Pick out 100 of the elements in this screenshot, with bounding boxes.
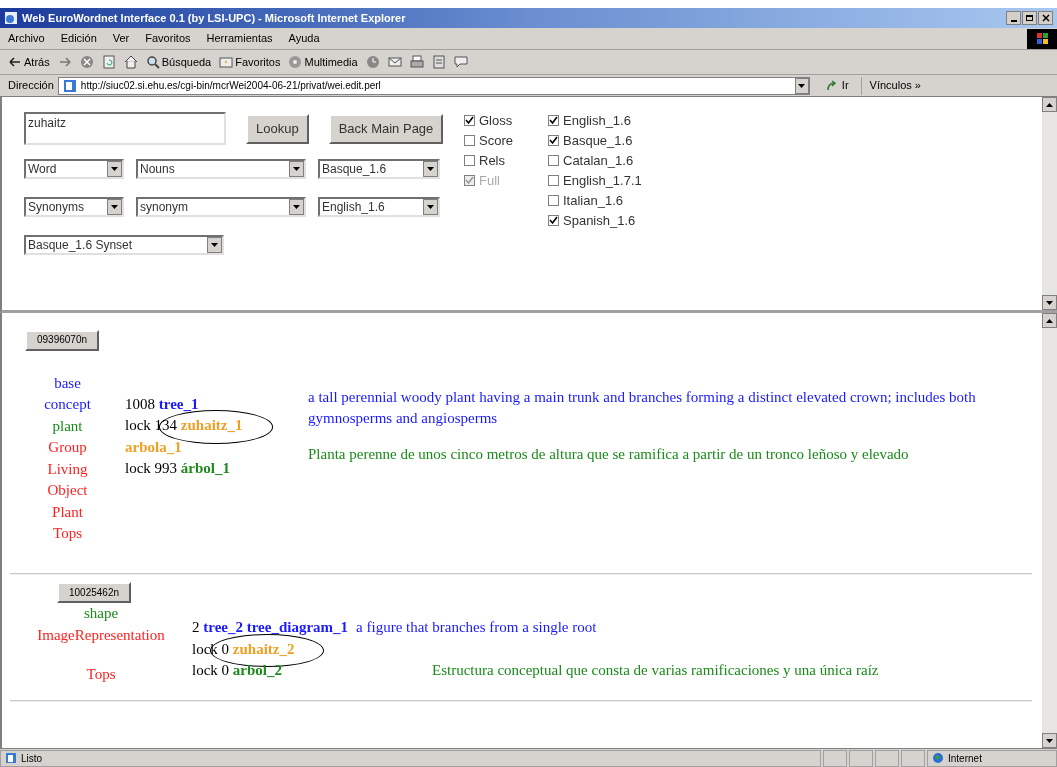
url-text: http://siuc02.si.ehu.es/cgi-bin/mcrWei2004-06-21/privat/wei.edit.perl (80, 79, 381, 93)
folder-icon (219, 55, 234, 69)
synonym-link[interactable]: tree_1 (158, 395, 199, 412)
clock-icon (365, 55, 380, 69)
checkbox[interactable] (548, 215, 559, 226)
count-text: lock 0 (192, 662, 231, 678)
toolbar-button[interactable]: Atrás (8, 53, 50, 71)
scroll-down-button[interactable] (1042, 295, 1057, 310)
checkbox-label: English_1.6 (563, 111, 631, 130)
toolbar-button[interactable] (387, 55, 402, 69)
zone-label: Internet (948, 751, 982, 766)
checkbox[interactable] (548, 115, 559, 126)
refresh-icon (101, 55, 116, 69)
gloss-text: Planta perenne de unos cinco metros de altura que se ramifica a partir de un tronco leñoso y elevado (308, 444, 910, 464)
disc-icon (288, 55, 303, 69)
count-text: lock 0 (192, 640, 231, 657)
address-field[interactable]: http://siuc02.si.ehu.es/cgi-bin/mcrWei2004-06-21/privat/wei.edit.perl (57, 76, 810, 95)
printer-icon (409, 55, 424, 69)
checkbox[interactable] (548, 175, 559, 186)
lookup-button[interactable]: Lookup (246, 113, 309, 144)
go-button[interactable]: Ir (825, 77, 849, 94)
status-pane (875, 749, 899, 767)
dropdown[interactable]: Synonyms (24, 197, 124, 217)
toolbar-button[interactable]: Búsqueda (145, 53, 212, 71)
category-label: ImageRepresentation (37, 625, 165, 645)
windows-logo-icon (1027, 28, 1057, 49)
toolbar-button[interactable] (79, 55, 94, 69)
synset-id-button[interactable]: 10025462n (57, 582, 132, 603)
toolbar-button[interactable] (123, 55, 138, 69)
count-text: 2 (192, 619, 201, 635)
scroll-down-button[interactable] (1042, 733, 1057, 748)
checkbox-label: Catalan_1.6 (563, 151, 634, 170)
synonym-link[interactable]: arbol_2 (232, 662, 282, 678)
toolbar-button[interactable] (453, 55, 468, 69)
scroll-up-button[interactable] (1042, 313, 1057, 328)
menu-item[interactable]: Ver (112, 30, 130, 47)
envelope-icon (387, 55, 402, 69)
checkbox-label: Basque_1.6 (563, 131, 633, 150)
menu-item[interactable]: Archivo (8, 30, 45, 47)
back-main-page-button[interactable]: Back Main Page (328, 113, 444, 144)
go-arrow-icon (825, 79, 838, 92)
category-label: Plant (52, 502, 83, 522)
status-text: Listo (21, 751, 43, 766)
dropdown[interactable]: Basque_1.6 Synset (24, 235, 224, 255)
dropdown[interactable]: Nouns (136, 159, 306, 179)
toolbar-button[interactable]: Favoritos (219, 53, 281, 71)
checkbox-label: Full (479, 171, 500, 190)
address-label: Dirección (8, 78, 54, 94)
dropdown[interactable]: Word (24, 159, 124, 179)
checkbox[interactable] (464, 115, 475, 126)
synonym-link[interactable]: árbol_1 (180, 460, 230, 476)
scroll-up-button[interactable] (1042, 97, 1057, 112)
search-icon (145, 55, 160, 69)
checkbox-label: Italian_1.6 (563, 191, 623, 210)
minimize-button[interactable] (1006, 11, 1021, 25)
speech-bubble-icon (453, 55, 468, 69)
synset-id-button[interactable]: 09396070n (25, 329, 100, 351)
page-icon (5, 752, 17, 764)
restore-button[interactable] (1022, 11, 1037, 25)
menu-item[interactable]: Ayuda (288, 30, 320, 47)
links-button[interactable]: Vínculos » (869, 77, 921, 94)
globe-icon (932, 752, 944, 764)
gloss-text: Estructura conceptual que consta de varias ramificaciones y una única raíz (432, 661, 879, 680)
checkbox[interactable] (548, 155, 559, 166)
checkbox[interactable] (464, 135, 475, 146)
search-field[interactable]: zuhaitz (24, 112, 226, 145)
status-pane (849, 749, 873, 767)
category-label: Tops (53, 524, 82, 543)
dropdown[interactable]: English_1.6 (318, 197, 440, 217)
stop-icon (79, 55, 94, 69)
count-text: lock 993 (125, 460, 179, 476)
synonym-link[interactable]: tree_2 tree_diagram_1 (203, 619, 349, 635)
menu-item[interactable]: Edición (60, 30, 97, 47)
category-label: plant (52, 416, 83, 436)
window-title: Web EuroWordnet Interface 0.1 (by LSI-UPC) - Microsoft Internet Explorer (22, 10, 406, 26)
dropdown[interactable]: Basque_1.6 (318, 159, 440, 179)
checkbox-label: Spanish_1.6 (563, 211, 636, 230)
menu-item[interactable]: Herramientas (206, 30, 273, 47)
category-label: Object (47, 481, 88, 500)
gloss-text: a tall perennial woody plant having a main trunk and branches forming a distinct elevated crown; includes both gymnosperms and angiosperms (308, 387, 977, 428)
dropdown[interactable]: synonym (136, 197, 306, 217)
scrollbar[interactable] (1042, 97, 1057, 310)
toolbar-button[interactable] (409, 55, 424, 69)
home-icon (123, 55, 138, 69)
checkbox[interactable] (548, 135, 559, 146)
up-arrow-icon (1046, 318, 1053, 323)
menu-item[interactable]: Favoritos (145, 30, 191, 47)
checkbox[interactable] (464, 155, 475, 166)
down-arrow-icon (1046, 738, 1053, 743)
status-pane (901, 749, 925, 767)
back-arrow-icon (8, 55, 22, 69)
count-text: 1008 (125, 395, 156, 412)
category-label: shape (83, 604, 119, 623)
scrollbar[interactable] (1042, 313, 1057, 748)
status-pane (823, 749, 847, 767)
close-button[interactable] (1038, 11, 1053, 25)
browser-icon (4, 11, 18, 25)
checkbox[interactable] (548, 195, 559, 206)
category-label: Group (48, 438, 87, 457)
toolbar-button[interactable]: Multimedia (288, 53, 358, 71)
